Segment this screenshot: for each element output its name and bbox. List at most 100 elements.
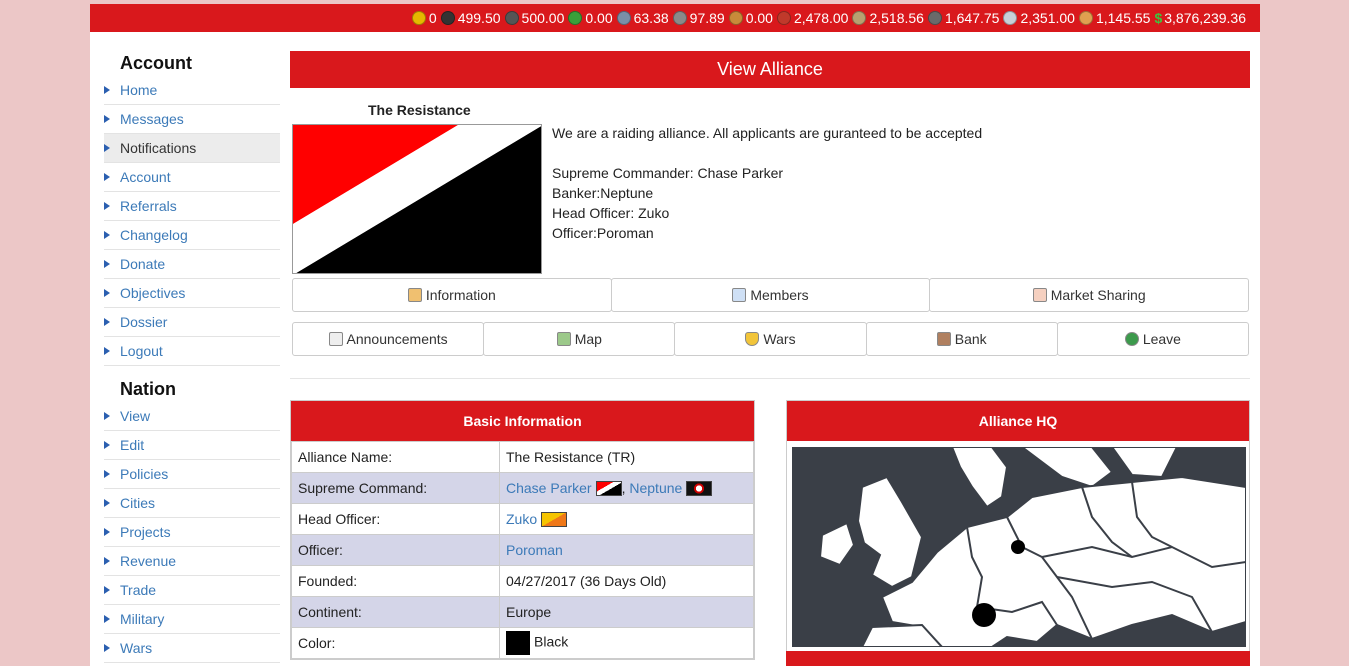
resource-value: 0 — [428, 10, 437, 26]
row-key: Supreme Command: — [291, 472, 500, 504]
next-panel-header — [786, 651, 1250, 666]
sidebar-item-account[interactable]: Account — [104, 163, 280, 192]
resource-aluminum: 2,351.00 — [1003, 10, 1075, 26]
resource-coal: 499.50 — [440, 10, 501, 26]
resource-value: 2,351.00 — [1020, 10, 1075, 26]
nation-flag — [595, 481, 622, 497]
leader-link-chase-parker[interactable]: Chase Parker — [506, 480, 592, 496]
table-row: Officer: Poroman — [291, 534, 754, 566]
lead-icon — [616, 11, 631, 25]
resource-iron: 97.89 — [672, 10, 725, 26]
alliance-flag — [292, 124, 542, 274]
row-key: Color: — [291, 627, 500, 659]
leader-line: Head Officer: Zuko — [552, 205, 670, 221]
europe-map[interactable] — [792, 447, 1246, 647]
alliance-hq-heading: Alliance HQ — [787, 401, 1249, 441]
table-row: Alliance Name: The Resistance (TR) — [291, 441, 754, 473]
row-value: Black — [499, 627, 754, 659]
sidebar-item-edit[interactable]: Edit — [104, 431, 280, 460]
sidebar-item-revenue[interactable]: Revenue — [104, 547, 280, 576]
resource-food: 1,145.55 — [1078, 10, 1151, 26]
leader-link-poroman[interactable]: Poroman — [506, 542, 563, 558]
alliance-nav-row-1: Information Members Market Sharing — [292, 278, 1250, 312]
sidebar-item-notifications[interactable]: Notifications — [104, 134, 280, 163]
steel-icon — [927, 11, 942, 25]
map-button[interactable]: Map — [483, 322, 676, 356]
row-key: Alliance Name: — [291, 441, 500, 473]
table-row: Color: Black — [291, 627, 754, 659]
members-button[interactable]: Members — [610, 278, 931, 312]
resource-value: 1,647.75 — [944, 10, 1000, 26]
row-key: Head Officer: — [291, 503, 500, 535]
market-sharing-button[interactable]: Market Sharing — [929, 278, 1250, 312]
button-label: Market Sharing — [1050, 287, 1146, 303]
table-row: Supreme Command: Chase Parker, Neptune — [291, 472, 754, 504]
sidebar-item-logout[interactable]: Logout — [104, 337, 280, 366]
nation-flag — [541, 512, 568, 528]
table-row: Continent: Europe — [291, 596, 754, 628]
sidebar-item-projects[interactable]: Projects — [104, 518, 280, 547]
leader-link-neptune[interactable]: Neptune — [629, 480, 682, 496]
row-key: Officer: — [291, 534, 500, 566]
row-value: Chase Parker, Neptune — [499, 472, 754, 504]
chart-icon — [1032, 288, 1047, 302]
row-value: 04/27/2017 (36 Days Old) — [499, 565, 754, 597]
sidebar-item-trade[interactable]: Trade — [104, 576, 280, 605]
sidebar-item-objectives[interactable]: Objectives — [104, 279, 280, 308]
resource-gasoline: 2,478.00 — [776, 10, 849, 26]
oil-icon — [504, 11, 519, 25]
sidebar-item-messages[interactable]: Messages — [104, 105, 280, 134]
leader-link-zuko[interactable]: Zuko — [506, 511, 537, 527]
color-swatch — [506, 631, 530, 655]
sidebar-item-home[interactable]: Home — [104, 76, 280, 105]
nation-flag — [686, 481, 713, 497]
leader-line: Supreme Commander: Chase Parker — [552, 165, 784, 181]
wars-button[interactable]: Wars — [674, 322, 867, 356]
leave-button[interactable]: Leave — [1056, 322, 1250, 356]
resource-value: 499.50 — [457, 10, 501, 26]
row-key: Founded: — [291, 565, 500, 597]
alliance-nav-row-2: Announcements Map Wars Bank Leave — [292, 322, 1250, 356]
sidebar-item-policies[interactable]: Policies — [104, 460, 280, 489]
resource-value: 97.89 — [689, 10, 725, 26]
announcements-button[interactable]: Announcements — [292, 322, 485, 356]
resource-value: 1,145.55 — [1095, 10, 1151, 26]
resource-money: $3,876,239.36 — [1154, 10, 1246, 26]
sidebar-item-dossier[interactable]: Dossier — [104, 308, 280, 337]
sidebar-item-view[interactable]: View — [104, 402, 280, 431]
table-row: Founded: 04/27/2017 (36 Days Old) — [291, 565, 754, 597]
sidebar-item-military[interactable]: Military — [104, 605, 280, 634]
bauxite-icon — [728, 11, 743, 25]
credits-icon — [411, 11, 426, 25]
list-icon — [732, 288, 747, 302]
sidebar-item-changelog[interactable]: Changelog — [104, 221, 280, 250]
leader-line: Officer:Poroman — [552, 225, 654, 241]
bank-button[interactable]: Bank — [865, 322, 1058, 356]
leader-line: Banker:Neptune — [552, 185, 654, 201]
resource-value: 2,478.00 — [793, 10, 849, 26]
munitions-icon — [852, 11, 867, 25]
button-label: Map — [574, 331, 602, 347]
basic-information-heading: Basic Information — [291, 401, 754, 441]
money-bag-icon — [936, 332, 951, 346]
resource-steel: 1,647.75 — [927, 10, 1000, 26]
document-icon — [328, 332, 343, 346]
resource-munitions: 2,518.56 — [852, 10, 924, 26]
sidebar-item-wars[interactable]: Wars — [104, 634, 280, 663]
basic-information-panel: Basic Information Alliance Name: The Res… — [290, 400, 755, 660]
globe-icon — [1124, 332, 1139, 346]
sidebar-item-donate[interactable]: Donate — [104, 250, 280, 279]
page-title: View Alliance — [290, 51, 1250, 88]
home-icon — [407, 288, 422, 302]
description-text: We are a raiding alliance. All applicant… — [552, 125, 983, 141]
iron-icon — [672, 11, 687, 25]
resource-credits: 0 — [411, 10, 437, 26]
resource-value: 2,518.56 — [869, 10, 924, 26]
sidebar-item-cities[interactable]: Cities — [104, 489, 280, 518]
row-value: Europe — [499, 596, 754, 628]
sidebar-item-referrals[interactable]: Referrals — [104, 192, 280, 221]
basic-information-table: Alliance Name: The Resistance (TR) Supre… — [291, 441, 754, 659]
button-label: Information — [425, 287, 496, 303]
sidebar-heading-nation: Nation — [120, 379, 176, 399]
information-button[interactable]: Information — [292, 278, 612, 312]
